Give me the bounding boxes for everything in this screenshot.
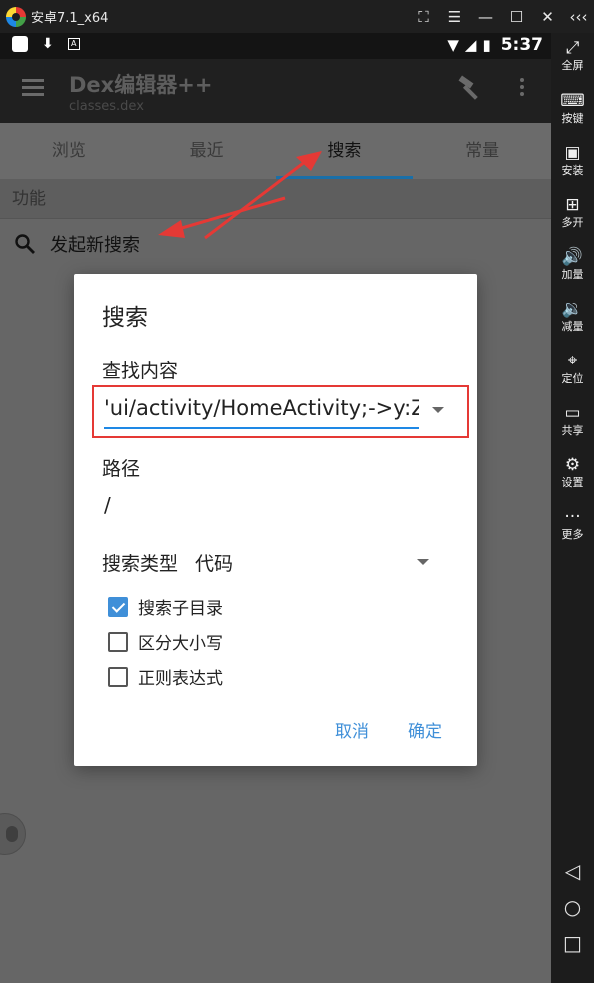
status-time: 5:37	[500, 35, 543, 55]
a-notification-icon: A	[67, 38, 80, 50]
annotation-highlight-box	[92, 385, 469, 438]
download-icon: ⬇	[42, 36, 54, 52]
collapse-sidebar-icon[interactable]: ‹‹‹	[563, 8, 594, 26]
section-header: 功能	[0, 179, 551, 219]
bug-report-icon[interactable]	[0, 813, 26, 855]
sidebar-item-label: 设置	[561, 476, 584, 489]
sidebar-item-label: 全屏	[561, 59, 584, 72]
wifi-icon: ▼	[447, 36, 459, 54]
app-bar: Dex编辑器++ classes.dex	[0, 59, 551, 123]
sidebar-item-label: 更多	[561, 528, 584, 541]
search-icon	[15, 234, 35, 254]
emulator-sidebar: ⤢ 全屏 ⌨ 按键 ▣ 安装 ⊞ 多开 🔊 加量 🔉 减量 ⌖ 定位 ▭ 共享 …	[551, 33, 594, 983]
nav-recents-button[interactable]: □	[551, 931, 594, 955]
app-subtitle: classes.dex	[69, 99, 144, 114]
signal-icon: ◢	[464, 36, 477, 54]
tab-search[interactable]: 搜索	[275, 123, 414, 179]
new-search-row[interactable]: 发起新搜索	[0, 220, 551, 268]
ok-button[interactable]: 确定	[408, 717, 442, 742]
find-content-label: 查找内容	[102, 360, 179, 382]
tab-recent[interactable]: 最近	[138, 123, 276, 179]
sidebar-item-fullscreen[interactable]: ⤢ 全屏	[551, 39, 594, 73]
sidebar-item-install[interactable]: ▣ 安装	[551, 144, 594, 178]
sidebar-item-label: 加量	[561, 268, 584, 281]
emulator-titlebar: 安卓7.1_x64 ⛶ ☰ — ☐ ✕ ‹‹‹	[0, 0, 594, 33]
option-case-sensitive[interactable]: 区分大小写	[108, 629, 223, 654]
sidebar-item-volume-down[interactable]: 🔉 减量	[551, 300, 594, 334]
maximize-button[interactable]: ☐	[501, 8, 532, 26]
battery-icon: ▮	[482, 36, 491, 54]
more-dots-icon: ···	[564, 507, 581, 527]
volume-up-icon: 🔊	[561, 247, 584, 267]
search-dialog: 搜索 查找内容 'ui/activity/HomeActivity;->y:Z …	[74, 274, 477, 766]
menu-icon[interactable]: ☰	[439, 8, 470, 26]
nav-back-button[interactable]: ◁	[551, 859, 594, 883]
option-regex[interactable]: 正则表达式	[108, 664, 223, 689]
volume-down-icon: 🔉	[561, 299, 584, 319]
search-type-label: 搜索类型	[102, 553, 179, 575]
regex-checkbox[interactable]	[108, 666, 128, 687]
status-bar: ⬇ A ▼ ◢ ▮ 5:37	[0, 33, 551, 59]
window-controls: ⛶ ☰ — ☐ ✕ ‹‹‹	[408, 0, 594, 33]
search-type-dropdown-icon[interactable]	[417, 559, 429, 565]
app-title: Dex编辑器++	[69, 73, 213, 97]
sidebar-item-share[interactable]: ▭ 共享	[551, 404, 594, 438]
emulator-window: 安卓7.1_x64 ⛶ ☰ — ☐ ✕ ‹‹‹ ⤢ 全屏 ⌨ 按键 ▣ 安装 ⊞…	[0, 0, 594, 983]
fullscreen-icon: ⤢	[565, 38, 580, 58]
folder-icon: ▭	[564, 403, 581, 423]
sidebar-item-volume-up[interactable]: 🔊 加量	[551, 248, 594, 282]
path-label: 路径	[102, 458, 141, 480]
sidebar-item-label: 共享	[561, 424, 584, 437]
nav-home-button[interactable]: ○	[551, 895, 594, 919]
sidebar-item-label: 多开	[561, 216, 584, 229]
case-sensitive-checkbox[interactable]	[108, 631, 128, 652]
hammer-icon[interactable]	[456, 75, 482, 101]
overflow-menu-icon[interactable]	[520, 78, 526, 99]
tab-constants[interactable]: 常量	[413, 123, 551, 179]
include-subdirs-label: 搜索子目录	[138, 599, 223, 619]
screenshot-mode-icon[interactable]: ⛶	[408, 8, 439, 26]
close-button[interactable]: ✕	[532, 8, 563, 26]
dialog-title: 搜索	[102, 305, 148, 331]
case-sensitive-label: 区分大小写	[138, 634, 223, 654]
include-subdirs-checkbox[interactable]	[108, 596, 128, 617]
hamburger-menu-icon[interactable]	[22, 79, 44, 100]
minimize-button[interactable]: —	[470, 8, 501, 26]
tab-bar: 浏览 最近 搜索 常量	[0, 123, 551, 179]
sidebar-item-multi[interactable]: ⊞ 多开	[551, 196, 594, 230]
sidebar-item-label: 安装	[561, 164, 584, 177]
sidebar-item-label: 按键	[561, 112, 584, 125]
sidebar-item-label: 减量	[561, 320, 584, 333]
new-search-label: 发起新搜索	[50, 235, 140, 256]
sidebar-item-keymap[interactable]: ⌨ 按键	[551, 92, 594, 126]
emulator-title: 安卓7.1_x64	[31, 11, 109, 26]
gear-icon: ⚙	[564, 455, 581, 475]
location-pin-icon: ⌖	[567, 351, 578, 371]
option-include-subdirs[interactable]: 搜索子目录	[108, 594, 223, 619]
sidebar-item-label: 定位	[561, 372, 584, 385]
path-input[interactable]: /	[104, 493, 111, 517]
sidebar-item-settings[interactable]: ⚙ 设置	[551, 456, 594, 490]
sidebar-item-location[interactable]: ⌖ 定位	[551, 352, 594, 386]
regex-label: 正则表达式	[138, 669, 223, 689]
android-screen: ⬇ A ▼ ◢ ▮ 5:37 Dex编辑器++ classes.dex 浏览 最…	[0, 33, 551, 983]
keyboard-icon: ⌨	[560, 91, 585, 111]
sidebar-item-more[interactable]: ··· 更多	[551, 508, 594, 542]
search-type-select[interactable]: 代码	[195, 549, 233, 576]
tab-browse[interactable]: 浏览	[0, 123, 138, 179]
emulator-logo-icon	[6, 6, 26, 27]
notification-square-icon	[12, 36, 28, 52]
multi-instance-icon: ⊞	[565, 195, 580, 215]
cancel-button[interactable]: 取消	[335, 717, 369, 742]
apk-icon: ▣	[564, 143, 581, 163]
